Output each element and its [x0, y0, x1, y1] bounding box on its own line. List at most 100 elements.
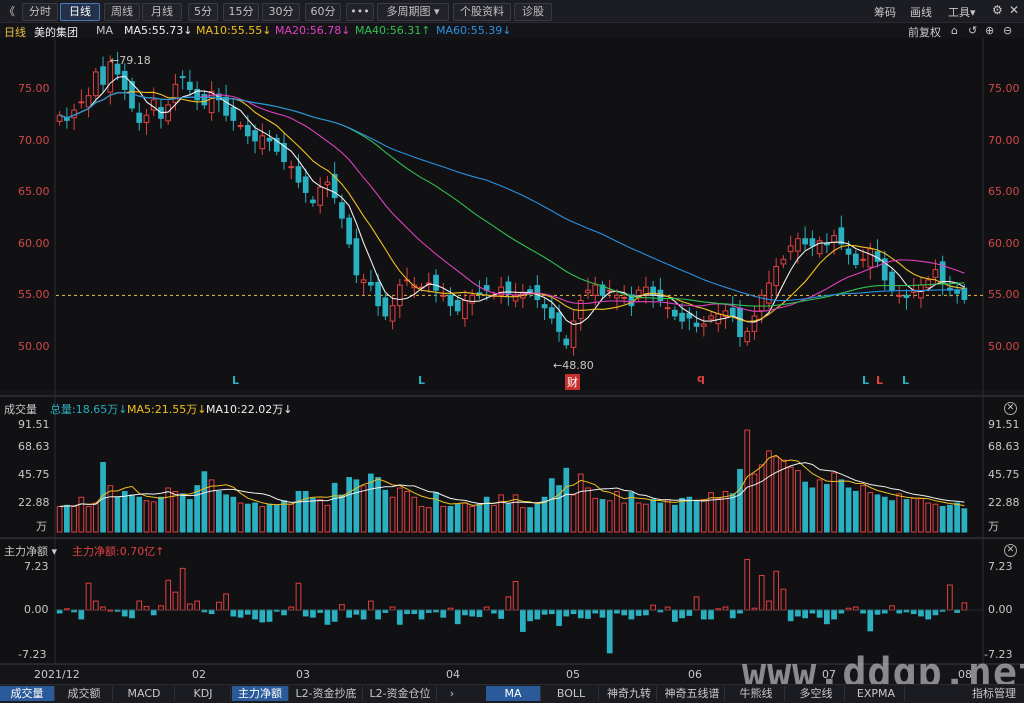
- flow-bar: [577, 609, 584, 619]
- volume-bar: [939, 506, 946, 533]
- volume-bar: [244, 503, 251, 533]
- flow-bar: [237, 609, 244, 618]
- chevron-right-icon[interactable]: ›: [444, 686, 460, 701]
- price-tick: 55.00: [18, 288, 50, 302]
- volume-bar: [838, 479, 845, 533]
- volume-bar: [208, 479, 215, 533]
- financial-report-marker[interactable]: 财: [565, 374, 580, 390]
- marker-q[interactable]: q: [697, 372, 705, 385]
- candle-body: [266, 137, 273, 142]
- flow-bar: [831, 609, 837, 620]
- volume-tick: 22.88: [988, 496, 1020, 509]
- candle-body: [295, 166, 302, 183]
- volume-bar: [288, 503, 295, 533]
- marker-l[interactable]: L: [876, 374, 883, 387]
- volume-bar: [230, 496, 237, 533]
- sub-indicator-tab[interactable]: MACD: [114, 686, 175, 701]
- marker-l[interactable]: L: [902, 374, 909, 387]
- volume-title[interactable]: 成交量: [4, 401, 37, 417]
- volume-bar: [650, 499, 656, 533]
- volume-bar: [664, 499, 671, 533]
- flow-bar: [918, 609, 924, 617]
- flow-bar: [244, 609, 251, 615]
- candle-body: [831, 235, 837, 243]
- volume-tick: 45.75: [18, 468, 50, 481]
- candle-body: [288, 166, 295, 169]
- main-indicator-tab[interactable]: 牛熊线: [728, 686, 785, 701]
- volume-bar: [447, 506, 454, 533]
- date-tick: 04: [446, 668, 460, 681]
- flow-bar: [541, 609, 548, 615]
- candle-body: [302, 176, 309, 193]
- flow-bar: [700, 609, 707, 620]
- marker-l[interactable]: L: [862, 374, 869, 387]
- flow-bar: [643, 609, 649, 616]
- flow-title[interactable]: 主力净额 ▾: [4, 543, 57, 559]
- candle-body: [353, 238, 360, 276]
- close-panel-icon[interactable]: ✕: [1004, 544, 1017, 557]
- flow-bar: [491, 609, 497, 614]
- volume-bar: [679, 497, 685, 533]
- volume-ma10: MA10:22.02万↓: [206, 403, 293, 416]
- volume-bar: [570, 494, 577, 533]
- flow-bar: [954, 609, 960, 613]
- main-indicator-tab[interactable]: BOLL: [544, 686, 599, 701]
- flow-bar: [346, 609, 352, 618]
- candle-body: [541, 304, 548, 309]
- flow-bar: [418, 609, 425, 620]
- volume-bar: [766, 450, 772, 533]
- candle-body: [462, 300, 468, 320]
- volume-bar: [505, 503, 512, 533]
- marker-l[interactable]: L: [418, 374, 425, 387]
- flow-bar: [773, 570, 780, 611]
- volume-bar: [389, 496, 396, 533]
- sub-indicator-tab[interactable]: 主力净额: [232, 686, 289, 701]
- indicator-manage-button[interactable]: 指标管理: [965, 686, 1023, 701]
- volume-bar: [411, 496, 418, 533]
- candle-body: [664, 307, 671, 310]
- volume-bar: [889, 500, 895, 533]
- volume-bar: [339, 494, 345, 533]
- volume-bar: [635, 502, 642, 533]
- marker-l[interactable]: L: [232, 374, 239, 387]
- candle-body: [548, 307, 555, 319]
- candle-body: [136, 112, 143, 123]
- candle-body: [92, 71, 99, 97]
- candle-body: [773, 266, 780, 287]
- kline-chart[interactable]: [0, 0, 1024, 684]
- chevron-down-icon: ▾: [51, 545, 58, 558]
- flow-title-label: 主力净额: [4, 545, 48, 558]
- main-indicator-tab[interactable]: 神奇五线谱: [660, 686, 725, 701]
- price-tick: 70.00: [988, 133, 1020, 147]
- flow-bar: [483, 606, 490, 611]
- flow-bar: [961, 602, 968, 611]
- candle-body: [360, 279, 367, 283]
- volume-ma5: MA5:21.55万↓: [127, 403, 207, 416]
- flow-bar: [679, 609, 685, 619]
- candle-body: [737, 307, 743, 338]
- volume-tick: 91.51: [18, 418, 50, 431]
- flow-bar: [208, 609, 215, 615]
- sub-indicator-tab[interactable]: L2-资金仓位: [364, 686, 437, 701]
- flow-bar: [635, 609, 642, 616]
- candle-body: [143, 114, 150, 123]
- volume-total: 总量:18.65万↓: [50, 403, 128, 416]
- volume-bar: [259, 506, 266, 533]
- sub-indicator-tab[interactable]: 成交额: [56, 686, 113, 701]
- main-indicator-tab[interactable]: EXPMA: [848, 686, 905, 701]
- flow-bar: [469, 609, 476, 617]
- candle-body: [172, 83, 179, 103]
- sub-indicator-tab[interactable]: L2-资金抄底: [290, 686, 363, 701]
- main-indicator-tab[interactable]: MA: [486, 686, 541, 701]
- close-panel-icon[interactable]: ✕: [1004, 402, 1017, 415]
- sub-indicator-tab[interactable]: 成交量: [0, 686, 55, 701]
- flow-bar: [404, 609, 410, 615]
- volume-bar: [396, 487, 403, 533]
- main-indicator-tab[interactable]: 多空线: [788, 686, 845, 701]
- main-indicator-tab[interactable]: 神奇九转: [602, 686, 657, 701]
- candle-body: [433, 274, 439, 291]
- volume-bar: [121, 490, 128, 533]
- sub-indicator-tab[interactable]: KDJ: [176, 686, 231, 701]
- volume-bar: [802, 481, 808, 533]
- candle-body: [396, 284, 403, 307]
